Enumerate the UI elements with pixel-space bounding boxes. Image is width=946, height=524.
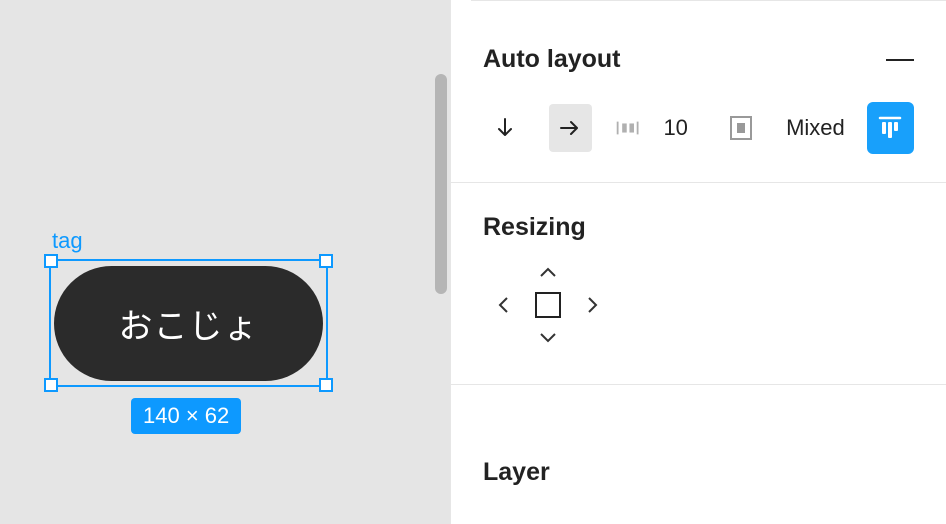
direction-horizontal-button[interactable] bbox=[549, 104, 593, 152]
selection-outline[interactable] bbox=[49, 259, 328, 387]
resizing-control[interactable] bbox=[483, 270, 613, 340]
arrow-right-icon bbox=[559, 117, 581, 139]
chevron-right-icon bbox=[587, 296, 599, 314]
dimensions-badge: 140 × 62 bbox=[131, 398, 241, 434]
direction-vertical-button[interactable] bbox=[483, 104, 527, 152]
resize-handle-tr[interactable] bbox=[319, 254, 333, 268]
chevron-left-icon bbox=[497, 296, 509, 314]
resize-handle-br[interactable] bbox=[319, 378, 333, 392]
resize-handle-tl[interactable] bbox=[44, 254, 58, 268]
spacing-icon bbox=[614, 117, 641, 139]
alignment-icon bbox=[876, 114, 904, 142]
canvas[interactable]: tag おこじょ 140 × 62 bbox=[0, 0, 450, 524]
padding-value[interactable]: Mixed bbox=[786, 115, 845, 141]
alignment-padding-button[interactable] bbox=[867, 102, 914, 154]
selection-label: tag bbox=[52, 228, 83, 254]
resize-handle-bl[interactable] bbox=[44, 378, 58, 392]
resizing-title: Resizing bbox=[483, 213, 914, 242]
layer-title: Layer bbox=[483, 458, 914, 487]
canvas-scrollbar[interactable] bbox=[435, 74, 447, 294]
section-auto-layout: Auto layout 10 Mixed bbox=[451, 0, 946, 183]
chevron-up-icon bbox=[539, 266, 557, 278]
resize-square-icon bbox=[535, 292, 561, 318]
section-layer: Layer bbox=[451, 428, 946, 517]
gap-value[interactable]: 10 bbox=[663, 115, 687, 141]
properties-panel: Auto layout 10 Mixed bbox=[450, 0, 946, 524]
chevron-down-icon bbox=[539, 332, 557, 344]
section-resizing: Resizing bbox=[451, 183, 946, 385]
remove-auto-layout-button[interactable] bbox=[886, 59, 914, 61]
auto-layout-title: Auto layout bbox=[483, 45, 621, 74]
arrow-down-icon bbox=[494, 117, 516, 139]
padding-icon bbox=[730, 116, 752, 140]
